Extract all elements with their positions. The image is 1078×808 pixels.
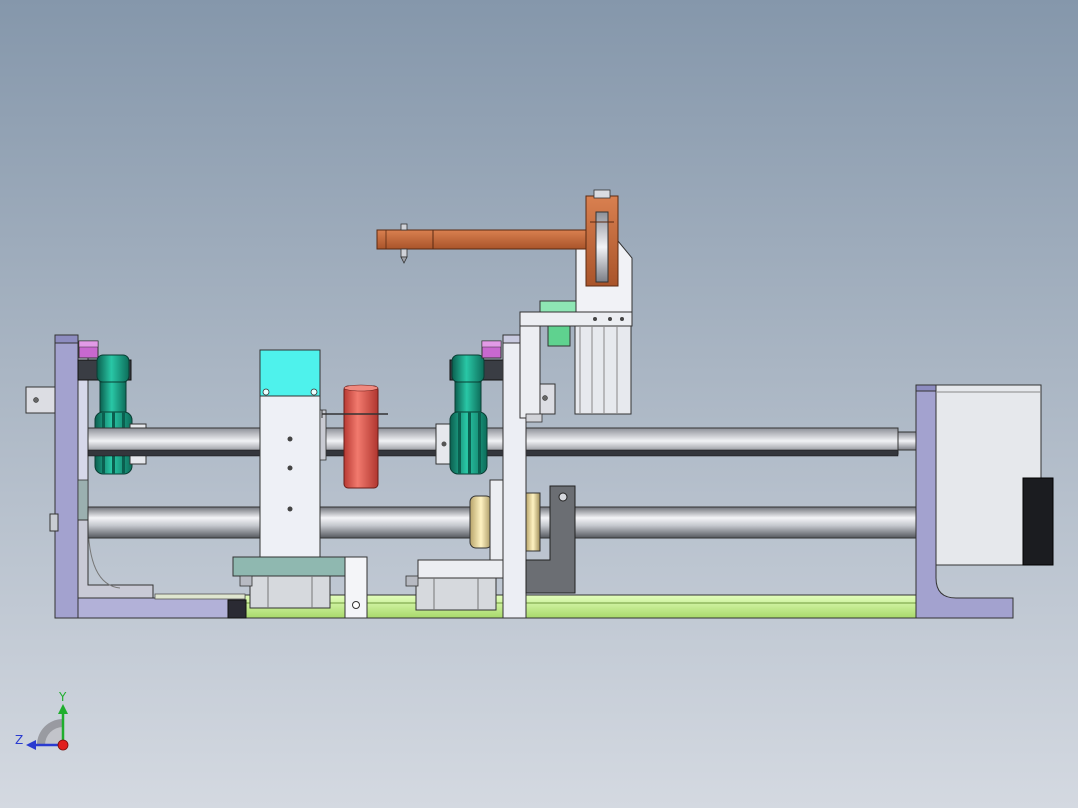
axis-label-z: Z	[15, 733, 23, 747]
cad-viewport[interactable]: Y Z	[0, 0, 1078, 808]
motor-housing[interactable]	[935, 384, 1054, 566]
left-magenta-block[interactable]	[78, 340, 99, 359]
base-rail[interactable]	[54, 593, 1014, 619]
pneumatic-cylinder[interactable]	[519, 300, 633, 423]
coordinate-triad-icon: Y Z	[15, 690, 69, 751]
assembly-drawing[interactable]: Y Z	[0, 0, 1078, 808]
axis-label-y: Y	[58, 690, 67, 704]
middle-magenta-block[interactable]	[481, 340, 502, 359]
